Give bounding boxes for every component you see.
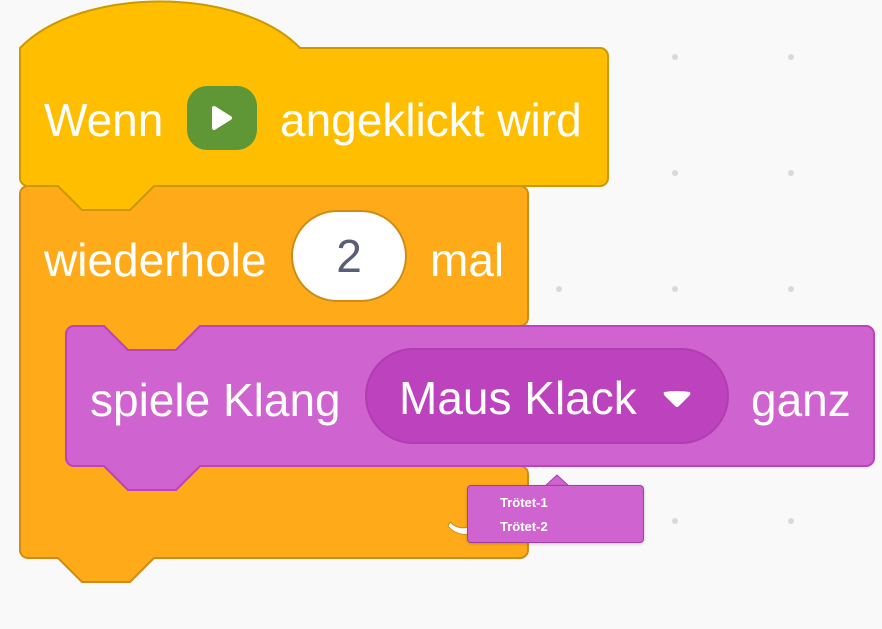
sound-label-spiele-klang: spiele Klang — [90, 374, 341, 426]
sound-dropdown-menu: Trötet-1 Trötet-2 — [467, 485, 644, 543]
chevron-down-icon — [663, 391, 691, 407]
menu-item-troetet-1[interactable]: Trötet-1 — [500, 496, 548, 509]
menu-item-troetet-2[interactable]: Trötet-2 — [500, 520, 548, 533]
event-label-angeklickt: angeklickt wird — [280, 94, 582, 146]
event-label-wenn: Wenn — [44, 94, 164, 146]
green-flag-icon — [187, 86, 257, 150]
repeat-label-wiederhole: wiederhole — [44, 234, 267, 286]
sound-dropdown-value: Maus Klack — [399, 372, 637, 424]
repeat-label-mal: mal — [430, 234, 505, 286]
repeat-count-input[interactable]: 2 — [291, 210, 407, 302]
sound-label-ganz: ganz — [751, 374, 851, 426]
sound-dropdown[interactable]: Maus Klack — [365, 348, 729, 444]
